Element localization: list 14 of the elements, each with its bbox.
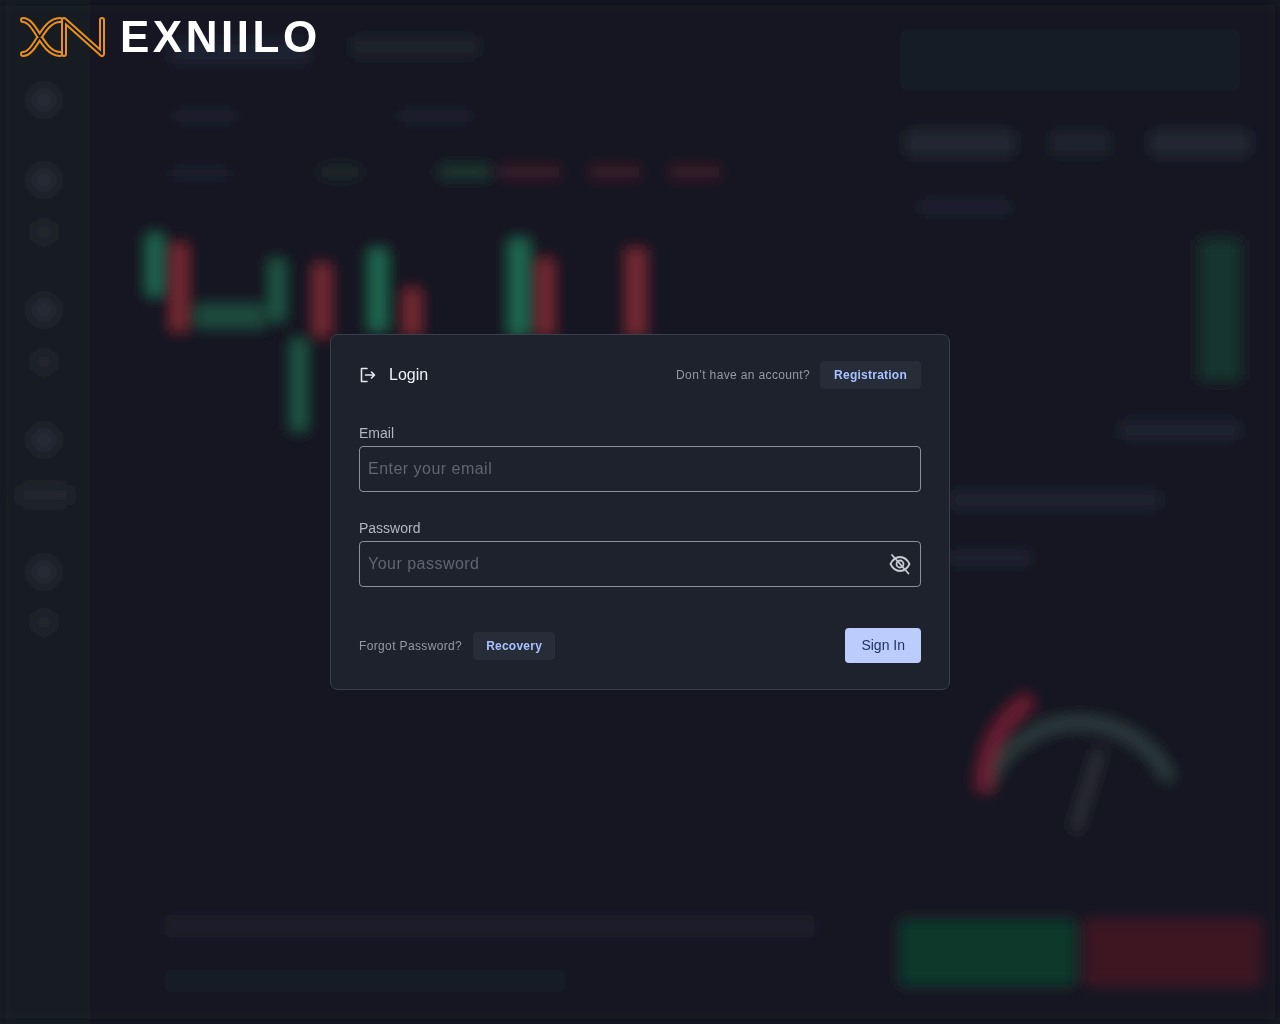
forgot-password-text: Forgot Password?	[359, 637, 463, 655]
password-field[interactable]: Your password	[359, 541, 921, 587]
eye-slash-icon[interactable]	[889, 553, 911, 575]
registration-button[interactable]: Registration	[820, 361, 921, 389]
logo-text[interactable]: EXNIILO	[120, 15, 321, 59]
recovery-button[interactable]: Recovery	[473, 631, 556, 660]
field-label: Password	[359, 519, 422, 538]
account-prompt: Don’t have an account?	[676, 367, 811, 384]
email-field[interactable]: Enter your email	[359, 446, 921, 492]
login-title: Login	[389, 365, 429, 385]
field-label: Email	[359, 424, 395, 443]
sign-in-button[interactable]: Sign In	[845, 628, 921, 663]
logo-icon	[20, 17, 106, 57]
login-icon	[360, 367, 376, 383]
